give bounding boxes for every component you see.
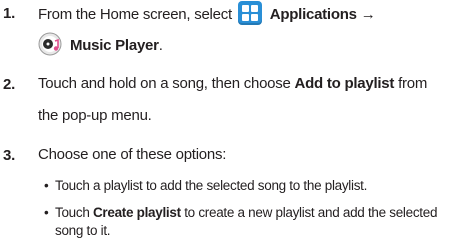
step-3-number: 3. xyxy=(3,147,16,164)
option-2-suffix: to create a new playlist and add the sel… xyxy=(184,205,438,220)
option-2-prefix: Touch xyxy=(55,205,90,220)
bullet-marker: • xyxy=(44,178,49,193)
option-2-line-1: Touch Create playlist to create a new pl… xyxy=(55,205,437,220)
step-1-period: . xyxy=(158,37,163,54)
option-2-line-2: song to it. xyxy=(55,223,111,238)
step-2-text-suffix: from xyxy=(398,75,428,92)
music-player-label: Music Player xyxy=(70,37,159,54)
music-player-icon xyxy=(38,32,62,56)
step-1-line-2: Music Player. xyxy=(38,31,163,60)
arrow-glyph: → xyxy=(360,6,376,23)
step-1-text: From the Home screen, select xyxy=(38,6,232,23)
step-1-number: 1. xyxy=(3,5,16,22)
option-1-text: Touch a playlist to add the selected son… xyxy=(55,178,368,193)
step-2-line-2: the pop-up menu. xyxy=(38,101,152,130)
step-2-text-prefix: Touch and hold on a song, then choose xyxy=(38,75,291,92)
applications-grid-icon xyxy=(237,1,262,25)
bullet-marker: • xyxy=(44,205,49,220)
add-to-playlist-label: Add to playlist xyxy=(294,75,395,92)
step-1-line-1: From the Home screen, select Application… xyxy=(38,0,376,29)
create-playlist-label: Create playlist xyxy=(92,205,181,220)
step-2-text-line-2: the pop-up menu. xyxy=(38,107,152,124)
step-3-line-1: Choose one of these options: xyxy=(38,140,226,169)
step-3-text: Choose one of these options: xyxy=(38,146,227,163)
step-2-number: 2. xyxy=(3,76,16,93)
applications-label: Applications xyxy=(269,6,357,23)
step-2-line-1: Touch and hold on a song, then choose Ad… xyxy=(38,69,427,98)
